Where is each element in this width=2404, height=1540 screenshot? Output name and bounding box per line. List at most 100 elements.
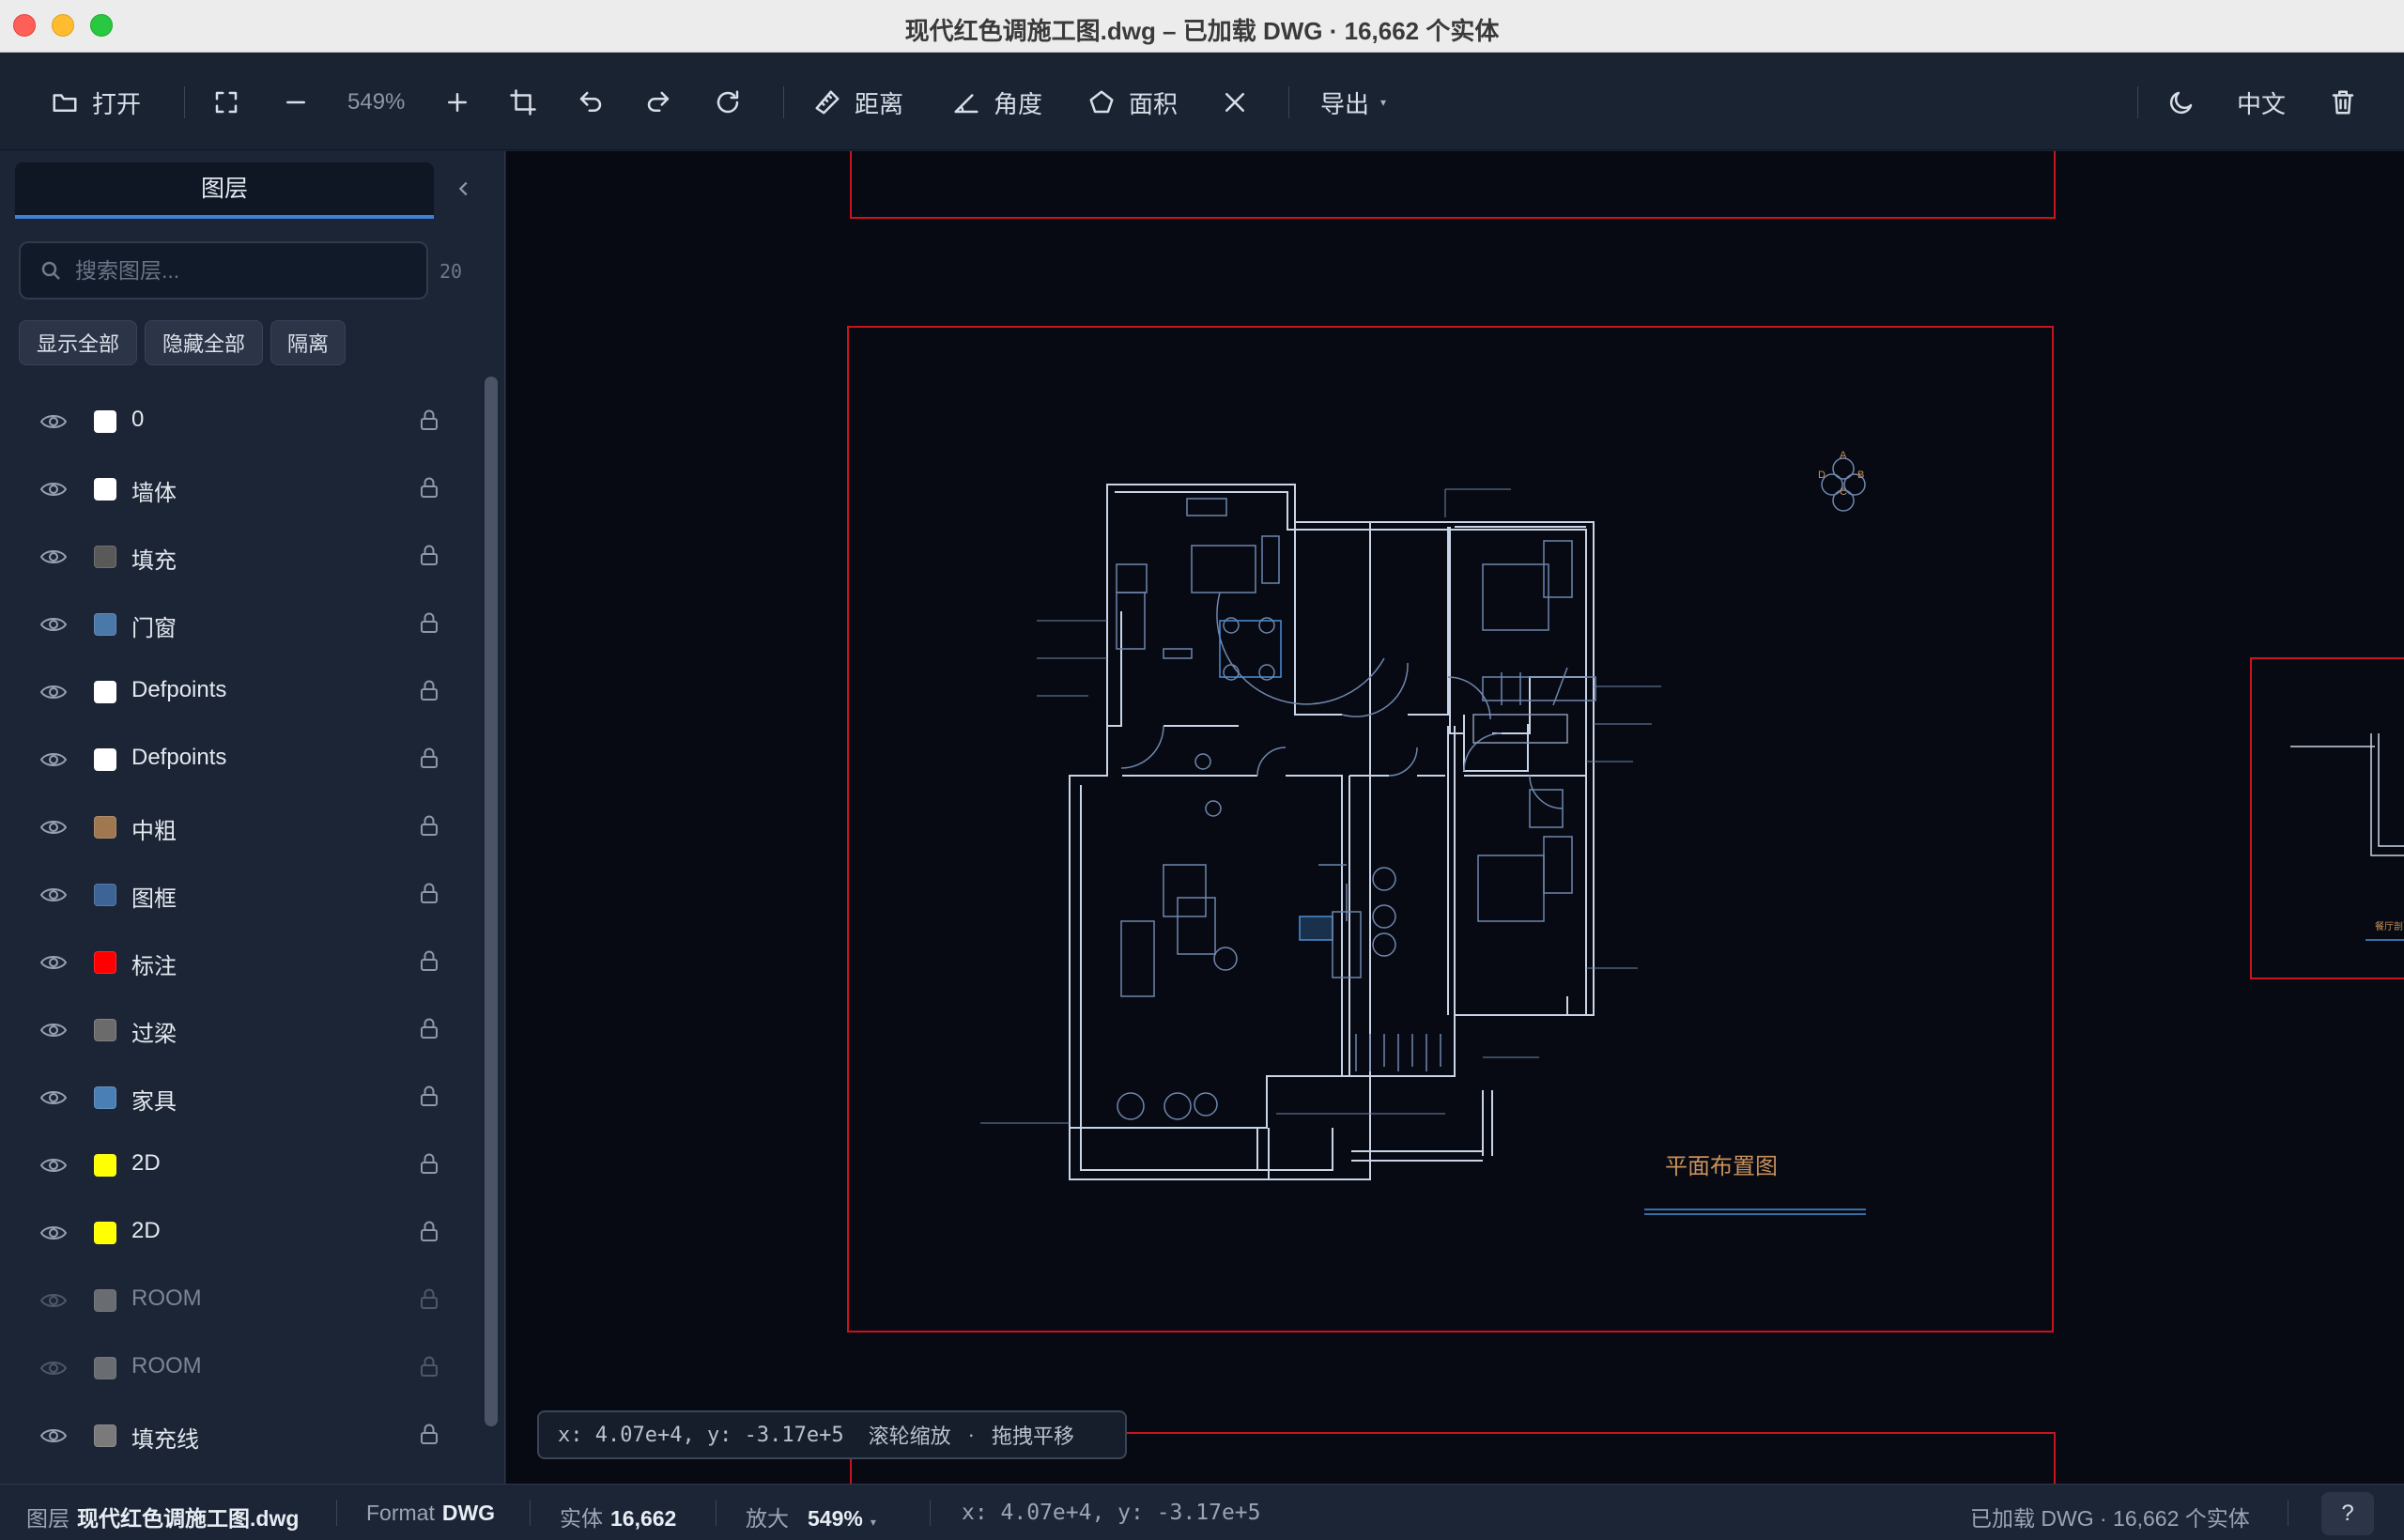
layer-row[interactable]: 中粗: [0, 793, 479, 861]
layer-row[interactable]: 2D: [0, 1199, 479, 1267]
measure-distance-button[interactable]: 距离: [813, 77, 903, 128]
layer-color-swatch[interactable]: [94, 1154, 116, 1177]
layer-color-swatch[interactable]: [94, 1289, 116, 1312]
layer-lock-toggle[interactable]: [419, 611, 441, 636]
lock-icon: [421, 1153, 438, 1174]
layer-visibility-toggle[interactable]: [39, 748, 68, 771]
help-button[interactable]: ?: [2321, 1492, 2374, 1535]
layer-lock-toggle[interactable]: [419, 679, 441, 703]
layer-lock-toggle[interactable]: [419, 1017, 441, 1041]
layer-color-swatch[interactable]: [94, 884, 116, 906]
collapse-sidebar-button[interactable]: [447, 172, 481, 206]
layer-visibility-toggle[interactable]: [39, 546, 68, 568]
layer-lock-toggle[interactable]: [419, 1085, 441, 1109]
layer-row[interactable]: 家具: [0, 1064, 479, 1132]
lock-icon: [421, 1086, 438, 1106]
drawing-canvas[interactable]: 餐厅剖面: [506, 151, 2404, 1484]
layer-row[interactable]: 过梁: [0, 996, 479, 1064]
layer-row[interactable]: 图框: [0, 861, 479, 929]
status-zoom-selector[interactable]: 放大 549% ▾: [746, 1501, 876, 1532]
layer-lock-toggle[interactable]: [419, 1355, 441, 1379]
hide-all-button[interactable]: 隐藏全部: [145, 320, 263, 365]
layer-visibility-toggle[interactable]: [39, 1424, 68, 1447]
layer-search-input[interactable]: [75, 257, 413, 284]
redo-button[interactable]: [644, 77, 672, 128]
layer-lock-toggle[interactable]: [419, 544, 441, 568]
layer-list-scrollbar[interactable]: [485, 377, 498, 1426]
layer-visibility-toggle[interactable]: [39, 816, 68, 839]
reset-view-button[interactable]: [714, 77, 742, 128]
layer-visibility-toggle[interactable]: [39, 1357, 68, 1379]
layer-color-swatch[interactable]: [94, 1424, 116, 1447]
layer-name: Defpoints: [131, 677, 227, 702]
layer-lock-toggle[interactable]: [419, 1152, 441, 1177]
floor-plan-leaders: [980, 488, 1661, 1124]
measure-distance-label: 距离: [855, 89, 904, 118]
layer-visibility-toggle[interactable]: [39, 1289, 68, 1312]
layer-row[interactable]: 2D: [0, 1132, 479, 1199]
layer-color-swatch[interactable]: [94, 546, 116, 568]
layer-visibility-toggle[interactable]: [39, 410, 68, 433]
layer-row[interactable]: 填充: [0, 523, 479, 591]
lock-icon: [421, 545, 438, 565]
layer-visibility-toggle[interactable]: [39, 884, 68, 906]
layer-color-swatch[interactable]: [94, 681, 116, 703]
layer-lock-toggle[interactable]: [419, 949, 441, 974]
layer-row[interactable]: 填充线: [0, 1402, 479, 1470]
isolate-button[interactable]: 隔离: [270, 320, 346, 365]
layer-lock-toggle[interactable]: [419, 1220, 441, 1244]
layer-color-swatch[interactable]: [94, 816, 116, 839]
layer-row[interactable]: Defpoints: [0, 726, 479, 793]
layer-color-swatch[interactable]: [94, 410, 116, 433]
undo-button[interactable]: [577, 77, 605, 128]
delete-button[interactable]: [2329, 77, 2357, 128]
language-button[interactable]: 中文: [2237, 77, 2286, 128]
fit-view-button[interactable]: [212, 77, 240, 128]
layer-color-swatch[interactable]: [94, 1357, 116, 1379]
layer-row[interactable]: 0: [0, 388, 479, 455]
layer-row[interactable]: LAYER4: [0, 1470, 479, 1484]
layer-lock-toggle[interactable]: [419, 1287, 441, 1312]
show-all-button[interactable]: 显示全部: [19, 320, 137, 365]
layer-visibility-toggle[interactable]: [39, 951, 68, 974]
open-button[interactable]: 打开: [51, 77, 141, 128]
layer-visibility-toggle[interactable]: [39, 478, 68, 500]
layer-color-swatch[interactable]: [94, 478, 116, 500]
layer-visibility-toggle[interactable]: [39, 1154, 68, 1177]
layer-lock-toggle[interactable]: [419, 1423, 441, 1447]
layer-color-swatch[interactable]: [94, 748, 116, 771]
layer-color-swatch[interactable]: [94, 1086, 116, 1109]
layer-visibility-toggle[interactable]: [39, 681, 68, 703]
layer-visibility-toggle[interactable]: [39, 1086, 68, 1109]
layer-color-swatch[interactable]: [94, 1222, 116, 1244]
status-entities-label: 实体: [560, 1506, 603, 1531]
layer-color-swatch[interactable]: [94, 1019, 116, 1041]
layer-row[interactable]: 门窗: [0, 591, 479, 658]
tab-layers[interactable]: 图层: [15, 162, 434, 219]
measure-angle-button[interactable]: 角度: [952, 77, 1042, 128]
layer-color-swatch[interactable]: [94, 951, 116, 974]
layer-row[interactable]: Defpoints: [0, 658, 479, 726]
layer-lock-toggle[interactable]: [419, 747, 441, 771]
layer-lock-toggle[interactable]: [419, 408, 441, 433]
layer-lock-toggle[interactable]: [419, 476, 441, 500]
layer-lock-toggle[interactable]: [419, 814, 441, 839]
measure-area-button[interactable]: 面积: [1087, 77, 1178, 128]
eye-icon: [39, 1091, 68, 1104]
zoom-in-button[interactable]: [443, 77, 471, 128]
layer-row[interactable]: ROOM: [0, 1334, 479, 1402]
layer-row[interactable]: ROOM: [0, 1267, 479, 1334]
fullscreen-icon: [215, 91, 238, 114]
layer-visibility-toggle[interactable]: [39, 1019, 68, 1041]
theme-toggle-button[interactable]: [2167, 77, 2196, 128]
layer-lock-toggle[interactable]: [419, 882, 441, 906]
clear-measure-button[interactable]: [1221, 77, 1249, 128]
layer-row[interactable]: 标注: [0, 929, 479, 996]
layer-row[interactable]: 墙体: [0, 455, 479, 523]
crop-button[interactable]: [509, 77, 537, 128]
layer-visibility-toggle[interactable]: [39, 1222, 68, 1244]
layer-color-swatch[interactable]: [94, 613, 116, 636]
export-menu-button[interactable]: 导出 ▾: [1320, 77, 1386, 128]
zoom-out-button[interactable]: [282, 77, 310, 128]
layer-visibility-toggle[interactable]: [39, 613, 68, 636]
